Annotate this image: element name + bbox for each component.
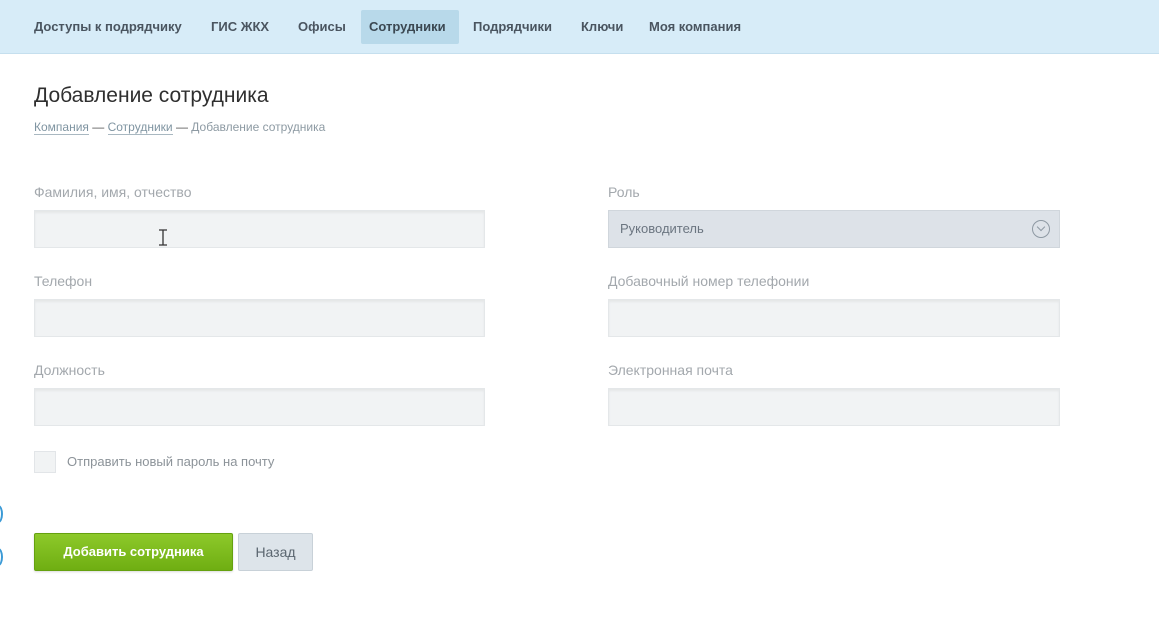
nav-item-contractor-access[interactable]: Доступы к подрядчику: [26, 10, 190, 44]
nav-item-contractors[interactable]: Подрядчики: [465, 10, 560, 44]
text-cursor-icon: [159, 229, 167, 246]
breadcrumb-separator: —: [175, 120, 188, 134]
extension-input[interactable]: [608, 299, 1060, 337]
role-select[interactable]: Руководитель: [608, 210, 1060, 248]
breadcrumb: Компания — Сотрудники — Добавление сотру…: [34, 120, 326, 135]
top-navigation: Доступы к подрядчику ГИС ЖКХ Офисы Сотру…: [0, 0, 1159, 54]
email-input[interactable]: [608, 388, 1060, 426]
side-edge-decoration: [0, 548, 3, 566]
extension-label: Добавочный номер телефонии: [608, 273, 810, 289]
send-password-checkbox[interactable]: [34, 451, 56, 473]
role-selected-value: Руководитель: [620, 221, 704, 236]
position-input[interactable]: [34, 388, 485, 426]
full-name-input[interactable]: [34, 210, 485, 248]
position-label: Должность: [34, 362, 105, 378]
nav-item-keys[interactable]: Ключи: [573, 10, 631, 44]
back-button[interactable]: Назад: [238, 533, 313, 571]
email-label: Электронная почта: [608, 362, 733, 378]
nav-item-gis-zhkh[interactable]: ГИС ЖКХ: [203, 10, 277, 44]
breadcrumb-employees-link[interactable]: Сотрудники: [107, 120, 173, 135]
breadcrumb-current: Добавление сотрудника: [191, 120, 326, 134]
breadcrumb-company-link[interactable]: Компания: [34, 120, 89, 135]
nav-item-my-company[interactable]: Моя компания: [641, 10, 749, 44]
nav-item-offices[interactable]: Офисы: [290, 10, 354, 44]
breadcrumb-separator: —: [92, 120, 105, 134]
add-employee-button[interactable]: Добавить сотрудника: [34, 533, 233, 571]
role-label: Роль: [608, 184, 640, 200]
side-edge-decoration: [0, 505, 3, 523]
chevron-down-icon: [1032, 220, 1050, 238]
page-title: Добавление сотрудника: [34, 84, 269, 107]
nav-item-employees[interactable]: Сотрудники: [361, 10, 459, 44]
phone-input[interactable]: [34, 299, 485, 337]
send-password-label[interactable]: Отправить новый пароль на почту: [67, 454, 274, 469]
phone-label: Телефон: [34, 273, 93, 289]
full-name-label: Фамилия, имя, отчество: [34, 184, 192, 200]
